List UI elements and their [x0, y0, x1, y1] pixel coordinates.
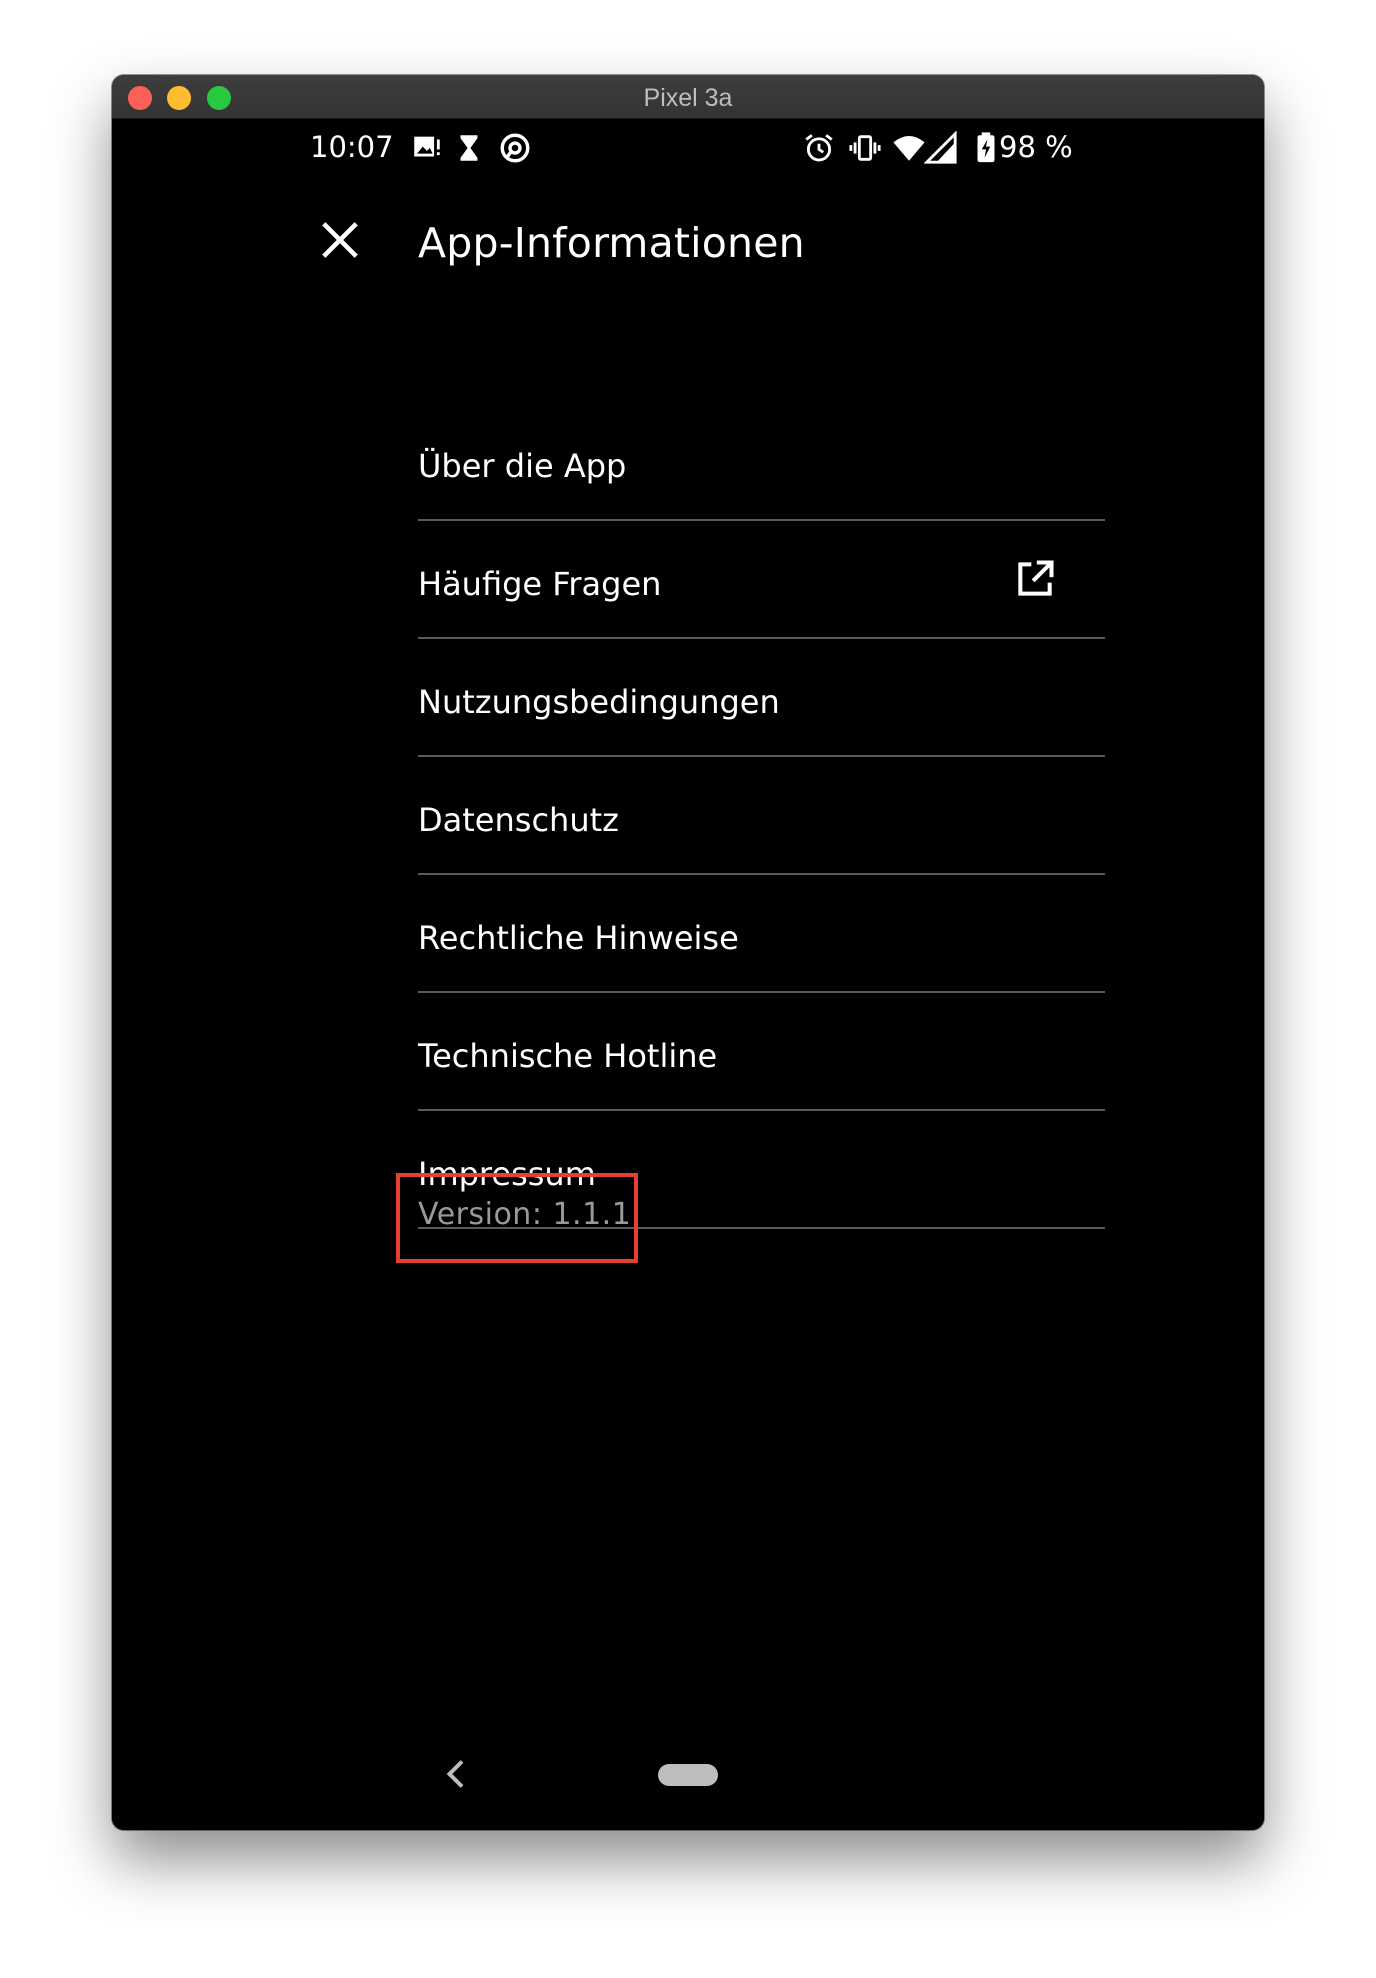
phone-screen: 10:07 98 % App-Informationen Über die Ap…	[112, 119, 1264, 1830]
image-notification-icon	[414, 136, 440, 157]
menu-item-label: Häufige Fragen	[418, 565, 662, 603]
menu-item-label: Technische Hotline	[418, 1037, 718, 1075]
menu-item-faq[interactable]: Häufige Fragen	[418, 521, 1105, 639]
signal-icon	[924, 131, 957, 164]
at-sync-icon	[500, 133, 530, 163]
window-title: Pixel 3a	[643, 84, 733, 112]
window-titlebar[interactable]: Pixel 3a	[112, 75, 1264, 119]
battery-charging-icon	[977, 132, 995, 163]
battery-percentage: 98 %	[999, 130, 1073, 164]
open-external-icon	[1018, 560, 1054, 596]
emulator-window: Pixel 3a 10:07 98 % App-Informationen Üb…	[112, 75, 1264, 1830]
menu-item-label: Datenschutz	[418, 801, 619, 839]
menu-item-terms-of-use[interactable]: Nutzungsbedingungen	[418, 639, 1105, 757]
version-label: Version: 1.1.1	[418, 1197, 632, 1232]
menu-item-legal-notices[interactable]: Rechtliche Hinweise	[418, 875, 1105, 993]
status-bar: 10:07 98 %	[112, 119, 1264, 179]
close-icon[interactable]	[315, 215, 365, 265]
menu-item-label: Rechtliche Hinweise	[418, 919, 739, 957]
home-pill-icon[interactable]	[658, 1764, 718, 1786]
menu-item-about-app[interactable]: Über die App	[418, 399, 1105, 521]
menu-item-label: Nutzungsbedingungen	[418, 683, 780, 721]
menu-item-label: Über die App	[418, 447, 627, 485]
alarm-icon	[805, 134, 833, 162]
page-title: App-Informationen	[418, 219, 805, 267]
menu-item-technical-hotline[interactable]: Technische Hotline	[418, 993, 1105, 1111]
back-chevron-icon[interactable]	[442, 1754, 472, 1794]
vibrate-icon	[849, 135, 881, 161]
info-menu-list: Über die App Häufige Fragen Nutzungsbedi…	[418, 399, 1105, 1229]
hourglass-icon	[460, 135, 478, 161]
status-time: 10:07	[310, 130, 394, 164]
menu-item-privacy[interactable]: Datenschutz	[418, 757, 1105, 875]
wifi-icon	[893, 135, 925, 161]
